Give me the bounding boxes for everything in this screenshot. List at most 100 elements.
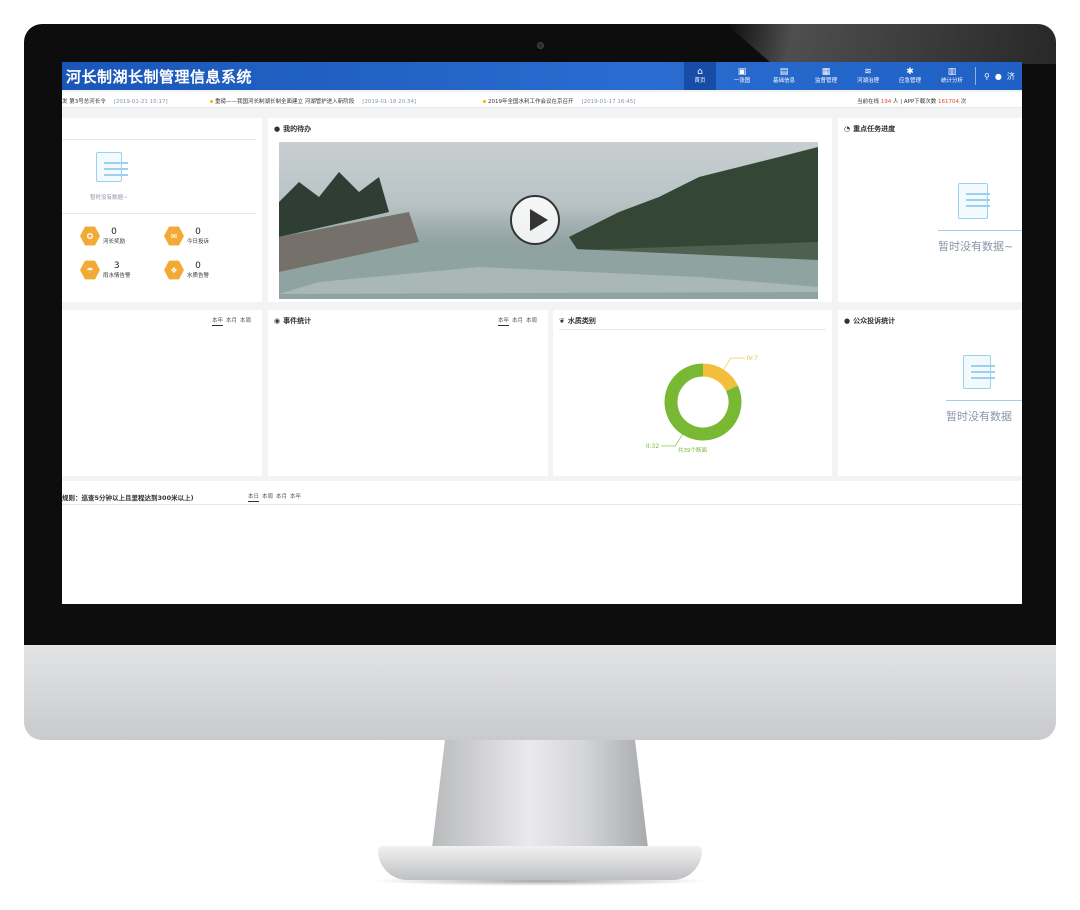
search-icon[interactable]: ⚲ [984, 72, 990, 81]
nav-item-statistics[interactable]: ▥ 统计分析 [936, 62, 968, 90]
user-icon[interactable]: ● [995, 72, 1002, 81]
nav-label: 一张图 [733, 78, 751, 84]
map-icon: ▣ [737, 67, 747, 77]
river-icon: ≋ [864, 67, 872, 77]
event-stats-title: ◉ 事件统计 [274, 316, 311, 326]
ticker-text: 发 第3号总河长令 [62, 99, 106, 105]
video-player[interactable] [279, 142, 818, 299]
monitor-icon: ▦ [821, 67, 831, 77]
monitor-stand-neck [432, 740, 648, 848]
online-label: 当前在线 [857, 99, 880, 105]
download-unit: 次 [960, 99, 967, 105]
header-tools: ⚲ ● 济 [975, 67, 1015, 85]
ticker-item[interactable]: 2019年全国水利工作会议在京召开 [2019-01-17 16:45] [483, 97, 635, 105]
news-ticker: 发 第3号总河长令 [2019-01-21 15:17] 重磅——我国河长制湖长制… [62, 92, 1022, 108]
nav-item-supervision[interactable]: ▦ 监督管理 [810, 62, 842, 90]
water-quality-panel: ❦ 水质类别 IV:7 II:32 共39个断面 [553, 310, 832, 476]
ticker-text: 2019年全国水利工作会议在京召开 [488, 99, 574, 105]
tab-month[interactable]: 本月 [226, 316, 237, 326]
total-sections-text: 共39个断面 [678, 448, 707, 454]
nav-item-map[interactable]: ▣ 一张图 [726, 62, 758, 90]
stat-label: 雨水情告警 [103, 272, 131, 279]
event-stats-title-text: 事件统计 [283, 317, 312, 325]
stats-icon: ◉ [274, 317, 281, 325]
nav-label: 首页 [694, 78, 706, 84]
period-tabs: 本年 本月 本周 [498, 316, 537, 326]
stat-value: 0 [195, 260, 201, 271]
online-unit: 人 [893, 99, 899, 105]
nav-label: 监督管理 [814, 78, 837, 84]
app-screen: 河长制湖长制管理信息系统 ⌂ 首页 ▣ 一张图 ▤ 基础信息 ▦ 监督管理 ≋ … [62, 62, 1022, 604]
tab-week[interactable]: 本周 [526, 316, 537, 326]
key-task-title-text: 重点任务进度 [853, 125, 896, 133]
ticker-item[interactable]: 重磅——我国河长制湖长制全面建立 河湖管护进入新阶段 [2019-01-18 20… [210, 97, 416, 105]
tab-month[interactable]: 本月 [276, 492, 287, 502]
user-icon: ● [274, 125, 281, 133]
main-nav: ⌂ 首页 ▣ 一张图 ▤ 基础信息 ▦ 监督管理 ≋ 河湖治理 ✱ 应急管理 ▥… [684, 62, 978, 90]
complaint-icon: ✉ [164, 226, 184, 246]
divider [62, 504, 1022, 505]
donut-slice[interactable] [702, 363, 738, 392]
donut-label: IV:7 [747, 355, 758, 362]
stat-value: 3 [113, 260, 120, 271]
divider [62, 139, 256, 140]
trend-panel: 本年 本月 本周 [62, 310, 262, 476]
reward-icon: ✪ [80, 226, 100, 246]
patrol-rule-text: 规则：巡查5分钟以上且里程达到300米以上) [62, 494, 194, 502]
tab-week[interactable]: 本周 [240, 316, 251, 326]
top-navbar: 河长制湖长制管理信息系统 ⌂ 首页 ▣ 一张图 ▤ 基础信息 ▦ 监督管理 ≋ … [62, 62, 1022, 90]
download-count: 161704 [938, 99, 960, 105]
nav-item-basic-info[interactable]: ▤ 基础信息 [768, 62, 800, 90]
app-title: 河长制湖长制管理信息系统 [66, 68, 253, 86]
ticker-date: [2019-01-18 20:34] [362, 99, 417, 105]
tab-week[interactable]: 本周 [262, 492, 273, 502]
nav-label: 统计分析 [940, 78, 963, 84]
ticker-item[interactable]: 发 第3号总河长令 [2019-01-21 15:17] [62, 97, 168, 105]
nav-label: 应急管理 [898, 78, 921, 84]
alarm-icon: ✱ [906, 67, 914, 77]
todo-title: ● 我的待办 [274, 124, 311, 134]
key-task-title: ◔ 重点任务进度 [844, 124, 895, 134]
stat-chief-reward[interactable]: ✪ 0 河长奖励 [80, 226, 125, 246]
stat-today-complaints[interactable]: ✉ 0 今日投诉 [164, 226, 209, 246]
online-count: 194 [880, 99, 892, 105]
tab-year[interactable]: 本年 [290, 492, 301, 502]
overview-panel: 暂时没有数据~ ✪ 0 河长奖励 ✉ 0 今日投诉 ☂ 3 雨水情告警 ❖ 0 … [62, 118, 262, 302]
monitor-chin [24, 645, 1056, 740]
nav-item-home[interactable]: ⌂ 首页 [684, 62, 716, 90]
divider [946, 400, 1022, 401]
divider [62, 213, 256, 214]
screen-glare [726, 24, 1056, 64]
water-quality-title-text: 水质类别 [567, 317, 596, 325]
stat-value: 0 [111, 226, 117, 237]
tab-month[interactable]: 本月 [512, 316, 523, 326]
divider [559, 329, 826, 330]
stat-rain-alarm[interactable]: ☂ 3 雨水情告警 [80, 260, 131, 280]
nav-item-river-governance[interactable]: ≋ 河湖治理 [852, 62, 884, 90]
empty-doc-icon [963, 355, 995, 389]
tab-year[interactable]: 本年 [498, 316, 510, 326]
complaint-user-icon: ● [844, 317, 851, 325]
play-button[interactable] [510, 195, 560, 245]
tab-year[interactable]: 本年 [212, 316, 224, 326]
water-drop-icon: ❦ [559, 317, 565, 325]
user-name[interactable]: 济 [1007, 71, 1015, 82]
complaints-panel: ● 公众投诉统计 暂时没有数据 [838, 310, 1022, 476]
empty-doc-icon [958, 183, 990, 219]
water-alarm-icon: ❖ [164, 260, 184, 280]
stat-value: 0 [195, 226, 201, 237]
site-stats: 当前在线 194 人 | APP下载次数 161704 次 [857, 97, 966, 105]
chart-icon: ▥ [947, 67, 957, 77]
nav-label: 河湖治理 [856, 78, 879, 84]
key-task-panel: ◔ 重点任务进度 暂时没有数据~ [838, 118, 1022, 302]
empty-doc-icon [96, 152, 128, 182]
download-label: APP下载次数 [903, 99, 937, 105]
complaints-title-text: 公众投诉统计 [853, 317, 896, 325]
nav-item-emergency[interactable]: ✱ 应急管理 [894, 62, 926, 90]
stat-water-quality-alarm[interactable]: ❖ 0 水质告警 [164, 260, 209, 280]
tab-day[interactable]: 本日 [248, 492, 260, 502]
patrol-panel: 规则：巡查5分钟以上且里程达到300米以上) 本日 本周 本月 本年 [62, 481, 1022, 604]
divider: | [900, 99, 903, 105]
divider [938, 230, 1022, 231]
stat-label: 今日投诉 [187, 238, 210, 245]
